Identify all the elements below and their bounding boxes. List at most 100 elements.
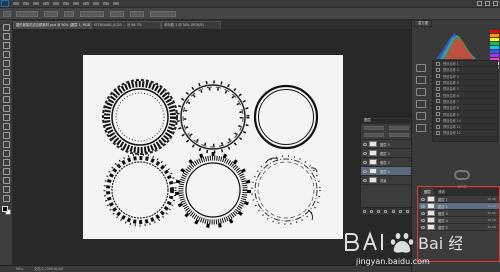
tab-channels[interactable]: 通道: [435, 188, 448, 196]
opacity-field[interactable]: [389, 126, 409, 130]
close-icon[interactable]: [493, 1, 498, 6]
fill-field[interactable]: [389, 133, 409, 137]
layer-row[interactable]: 背景: [361, 176, 411, 185]
maximize-icon[interactable]: [485, 1, 490, 6]
layer-row-selected[interactable]: 图层 2: [361, 167, 411, 176]
eraser-tool-icon[interactable]: [3, 114, 10, 121]
eye-icon[interactable]: [421, 197, 425, 201]
hand-tool-icon[interactable]: [3, 186, 10, 193]
mask-icon[interactable]: [377, 210, 381, 213]
menu-help[interactable]: [113, 2, 119, 5]
menu-view[interactable]: [93, 2, 99, 5]
fx-icon[interactable]: [370, 210, 374, 213]
zoom-level[interactable]: 50%: [16, 266, 23, 272]
swatch-purple[interactable]: [490, 54, 499, 57]
marquee-tool-icon[interactable]: [3, 33, 10, 40]
preset-icon: [436, 74, 440, 79]
swatch-yellow[interactable]: [490, 38, 499, 41]
tab-document-3[interactable]: 未标题-1 @ 50% (RGB/8): [161, 21, 221, 29]
menu-window[interactable]: [103, 2, 109, 5]
eyedropper-tool-icon[interactable]: [3, 69, 10, 76]
tab-document-1[interactable]: 圆形藤蔓花纹边框素材.psd @ 50% (图层 1, RGB/8): [13, 21, 91, 29]
lock-options[interactable]: [364, 133, 384, 137]
menu-type[interactable]: [53, 2, 59, 5]
layer-row[interactable]: 图层 5: [361, 140, 411, 149]
option-feather[interactable]: [44, 11, 58, 17]
eye-icon[interactable]: [421, 204, 425, 208]
eye-icon[interactable]: [363, 169, 367, 173]
panel-title[interactable]: 图层: [361, 117, 411, 124]
paragraph-panel-icon[interactable]: [416, 112, 426, 120]
crop-tool-icon[interactable]: [3, 60, 10, 67]
tab-histogram[interactable]: 直方图: [414, 20, 433, 27]
option-checkbox[interactable]: [64, 11, 74, 17]
option-height[interactable]: [130, 11, 144, 17]
styles-panel-icon[interactable]: [416, 100, 426, 108]
blur-tool-icon[interactable]: [3, 132, 10, 139]
menu-file[interactable]: [13, 2, 19, 5]
layer-row[interactable]: 图层 4 30.0K: [419, 217, 499, 224]
refine-edge-button[interactable]: [150, 11, 176, 17]
clone-stamp-tool-icon[interactable]: [3, 96, 10, 103]
zoom-tool-icon[interactable]: [3, 195, 10, 202]
option-mode-select[interactable]: [16, 11, 38, 17]
swatch-green[interactable]: [490, 42, 499, 45]
path-select-tool-icon[interactable]: [3, 168, 10, 175]
swatch-orange[interactable]: [490, 34, 499, 37]
layer-row-selected[interactable]: 图层 2 30.0K: [419, 203, 499, 210]
character-panel-icon[interactable]: [416, 124, 426, 132]
option-width[interactable]: [110, 11, 124, 17]
swatch-cyan[interactable]: [490, 46, 499, 49]
adjustments-panel-icon[interactable]: [416, 88, 426, 96]
canvas-area[interactable]: [13, 29, 411, 265]
gradient-tool-icon[interactable]: [3, 123, 10, 130]
quick-select-tool-icon[interactable]: [3, 51, 10, 58]
shape-tool-icon[interactable]: [3, 177, 10, 184]
trash-icon[interactable]: [405, 210, 409, 213]
healing-tool-icon[interactable]: [3, 78, 10, 85]
menu-edit[interactable]: [23, 2, 29, 5]
history-brush-tool-icon[interactable]: [3, 105, 10, 112]
tab-layers[interactable]: 图层: [421, 188, 434, 196]
link-icon[interactable]: [363, 210, 367, 213]
menu-layer[interactable]: [43, 2, 49, 5]
option-style-select[interactable]: [80, 11, 104, 17]
menu-3d[interactable]: [83, 2, 89, 5]
layer-row[interactable]: 图层 4: [361, 149, 411, 158]
layer-row[interactable]: 图层 1 30.0K: [419, 196, 499, 203]
history-panel-icon[interactable]: [416, 64, 426, 72]
adjustment-icon[interactable]: [384, 210, 388, 213]
new-layer-icon[interactable]: [398, 210, 402, 213]
eye-icon[interactable]: [363, 160, 367, 164]
eye-icon[interactable]: [363, 178, 367, 182]
tab-document-2[interactable]: EFDB4A6B_0C83 ... @ 66.7%: [91, 21, 161, 29]
folder-icon[interactable]: [391, 210, 395, 213]
minimize-icon[interactable]: [477, 1, 482, 6]
document-canvas[interactable]: [83, 55, 343, 239]
eye-icon[interactable]: [363, 151, 367, 155]
menu-filter[interactable]: [73, 2, 79, 5]
brush-tool-icon[interactable]: [3, 87, 10, 94]
menu-image[interactable]: [33, 2, 39, 5]
swatch-red[interactable]: [490, 30, 499, 33]
type-tool-icon[interactable]: [3, 159, 10, 166]
move-tool-icon[interactable]: [3, 24, 10, 31]
foreground-color-swatch[interactable]: [2, 206, 8, 212]
eye-icon[interactable]: [421, 218, 425, 222]
swatch-blue[interactable]: [490, 50, 499, 53]
dodge-tool-icon[interactable]: [3, 141, 10, 148]
layer-row[interactable]: 图层 3 30.0K: [419, 210, 499, 217]
document-info[interactable]: 文档:2.25M/18.5M: [34, 266, 63, 272]
eye-icon[interactable]: [421, 225, 425, 229]
layer-row[interactable]: 图层 3: [361, 158, 411, 167]
eye-icon[interactable]: [363, 142, 367, 146]
lasso-tool-icon[interactable]: [3, 42, 10, 49]
pen-tool-icon[interactable]: [3, 150, 10, 157]
eye-icon[interactable]: [421, 211, 425, 215]
layer-row[interactable]: 图层 5 30.0K: [419, 224, 499, 231]
blend-mode-select[interactable]: [364, 126, 384, 130]
menu-select[interactable]: [63, 2, 69, 5]
list-item[interactable]: 预设名称 12: [433, 130, 497, 137]
tool-preset-picker[interactable]: [3, 11, 11, 17]
properties-panel-icon[interactable]: [416, 76, 426, 84]
